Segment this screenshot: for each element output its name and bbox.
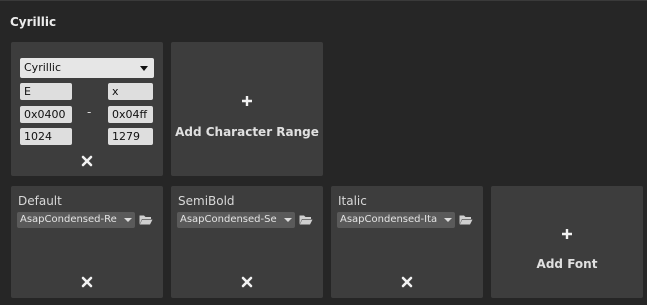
hex-from-field[interactable]: 0x0400 bbox=[20, 106, 72, 123]
add-character-range-button[interactable]: Add Character Range bbox=[171, 42, 323, 176]
close-icon[interactable] bbox=[241, 276, 253, 288]
font-asset-combo[interactable]: AsapCondensed-Ita bbox=[337, 212, 455, 228]
font-label: Italic bbox=[338, 194, 367, 208]
range-separator: - bbox=[87, 105, 92, 119]
font-asset-value: AsapCondensed-Se bbox=[180, 214, 277, 225]
chevron-down-icon bbox=[284, 218, 292, 222]
close-icon[interactable] bbox=[81, 155, 93, 167]
char-from-field[interactable]: E bbox=[20, 83, 72, 100]
dec-from-field[interactable]: 1024 bbox=[20, 128, 72, 145]
font-label: SemiBold bbox=[178, 194, 235, 208]
chevron-down-icon bbox=[124, 218, 132, 222]
folder-open-icon[interactable] bbox=[139, 214, 153, 225]
range-preset-value: Cyrillic bbox=[24, 61, 61, 74]
close-icon[interactable] bbox=[81, 276, 93, 288]
chevron-down-icon bbox=[444, 218, 452, 222]
add-font-button[interactable]: Add Font bbox=[491, 186, 643, 298]
add-font-label: Add Font bbox=[536, 257, 598, 271]
section-title: Cyrillic bbox=[10, 15, 57, 29]
char-to-field[interactable]: x bbox=[108, 83, 153, 100]
dec-to-field[interactable]: 1279 bbox=[108, 128, 153, 145]
character-range-card: Cyrillic E x 0x0400 - 0x04ff 1024 1279 bbox=[11, 42, 163, 176]
hex-to-field[interactable]: 0x04ff bbox=[108, 106, 153, 123]
plus-icon bbox=[562, 229, 572, 239]
chevron-down-icon bbox=[140, 66, 148, 71]
add-character-range-label: Add Character Range bbox=[175, 125, 319, 139]
font-label: Default bbox=[18, 194, 62, 208]
folder-open-icon[interactable] bbox=[299, 214, 313, 225]
close-icon[interactable] bbox=[401, 276, 413, 288]
font-asset-combo[interactable]: AsapCondensed-Re bbox=[17, 212, 135, 228]
folder-open-icon[interactable] bbox=[459, 214, 473, 225]
font-card-semibold: SemiBold AsapCondensed-Se bbox=[171, 186, 323, 298]
font-group-panel: Cyrillic Cyrillic E x 0x0400 - 0x04ff 10… bbox=[0, 0, 647, 305]
range-preset-dropdown[interactable]: Cyrillic bbox=[20, 58, 154, 78]
font-card-italic: Italic AsapCondensed-Ita bbox=[331, 186, 483, 298]
plus-icon bbox=[242, 96, 252, 106]
font-asset-value: AsapCondensed-Ita bbox=[340, 214, 438, 225]
font-asset-value: AsapCondensed-Re bbox=[20, 214, 117, 225]
font-card-default: Default AsapCondensed-Re bbox=[11, 186, 163, 298]
font-asset-combo[interactable]: AsapCondensed-Se bbox=[177, 212, 295, 228]
